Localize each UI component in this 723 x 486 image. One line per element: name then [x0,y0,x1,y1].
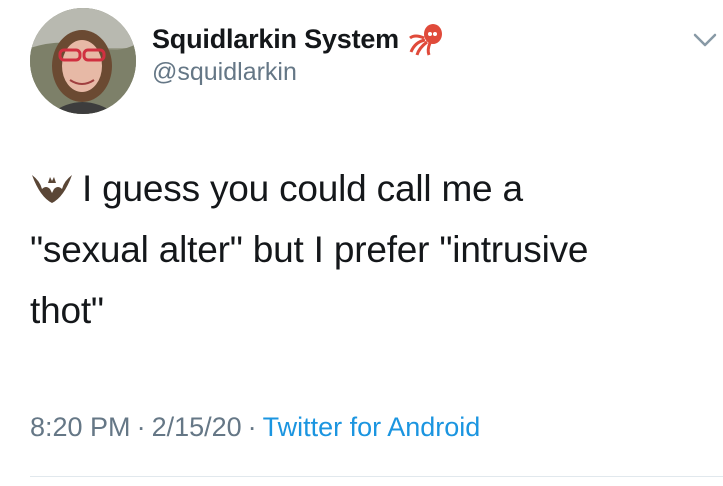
meta-separator: · [136,412,146,442]
display-name-row: Squidlarkin System [152,22,445,56]
handle[interactable]: @squidlarkin [152,58,445,87]
tweet-meta: 8:20 PM · 2/15/20 · Twitter for Android [30,412,480,443]
avatar-photo [30,8,136,114]
avatar[interactable] [30,8,136,114]
tweet-body: I guess you could call me a "sexual alte… [30,158,690,341]
squid-icon [407,22,445,56]
tweet-text: I guess you could call me a "sexual alte… [30,168,589,331]
tweet: Squidlarkin System @squidlarkin I guess … [0,0,723,486]
meta-separator: · [247,412,257,442]
display-name[interactable]: Squidlarkin System [152,24,399,55]
author-block[interactable]: Squidlarkin System @squidlarkin [152,22,445,87]
tweet-time[interactable]: 8:20 PM [30,412,131,442]
tweet-source-link[interactable]: Twitter for Android [263,412,481,442]
bat-icon [30,164,74,203]
tweet-menu-button[interactable] [690,28,720,52]
tweet-date[interactable]: 2/15/20 [152,412,242,442]
divider [30,476,723,477]
chevron-down-icon [693,33,717,47]
